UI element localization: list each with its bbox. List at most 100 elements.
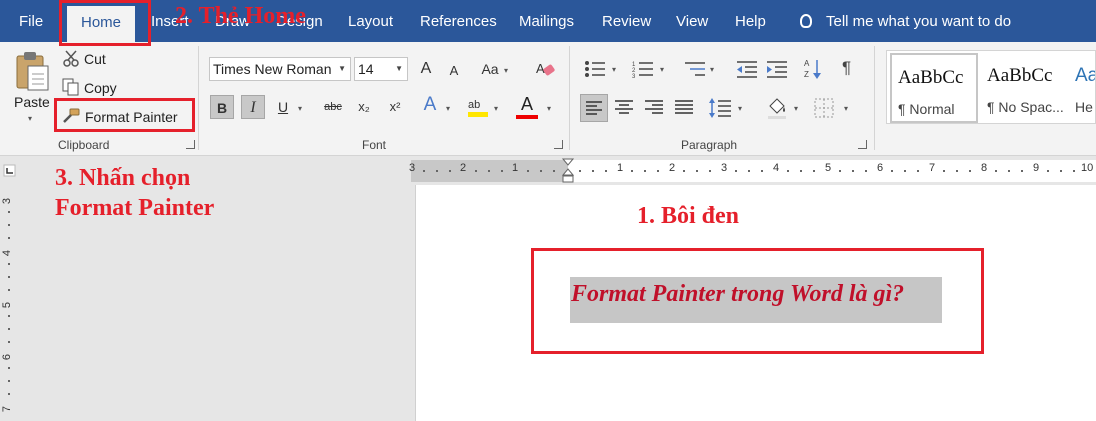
group-separator — [198, 46, 199, 150]
copy-button[interactable]: Copy — [84, 80, 117, 96]
ruler-dot — [501, 170, 503, 172]
paragraph-dialog-launcher[interactable] — [858, 140, 867, 149]
change-case-dropdown-icon[interactable]: ▾ — [504, 66, 508, 75]
ruler-dot — [852, 170, 854, 172]
sort-icon[interactable]: A Z — [804, 58, 822, 80]
underline-dropdown-icon[interactable]: ▾ — [298, 104, 302, 113]
style-name: ¶ No Spac... — [987, 99, 1064, 115]
ruler-dot — [917, 170, 919, 172]
change-case-button[interactable]: Aa — [478, 57, 502, 81]
tab-view[interactable]: View — [676, 0, 708, 42]
increase-indent-icon[interactable] — [766, 60, 788, 78]
ruler-dot — [969, 170, 971, 172]
ruler-dot — [423, 170, 425, 172]
paste-label[interactable]: Paste — [14, 94, 50, 110]
line-spacing-icon[interactable] — [708, 98, 732, 118]
bold-button[interactable]: B — [210, 95, 234, 119]
align-center-icon[interactable] — [614, 100, 634, 116]
ruler-dot — [8, 263, 10, 265]
tab-references[interactable]: References — [420, 0, 497, 42]
horizontal-ruler[interactable]: 3 2 1 1 2 3 4 5 6 7 8 9 10 — [409, 158, 1096, 184]
justify-icon[interactable] — [674, 100, 694, 116]
style-no-spacing[interactable]: AaBbCc ¶ No Spac... — [981, 53, 1069, 123]
style-heading[interactable]: Aa He — [1071, 53, 1095, 123]
text-effects-dropdown-icon[interactable]: ▾ — [446, 104, 450, 113]
show-formatting-marks-icon[interactable]: ¶ — [842, 58, 851, 78]
paragraph-group-label: Paragraph — [681, 138, 738, 152]
ruler-tick: 3 — [409, 162, 416, 174]
italic-button[interactable]: I — [241, 95, 265, 119]
lightbulb-icon — [800, 14, 812, 28]
style-sample: AaBbCc — [898, 67, 964, 88]
grow-font-button[interactable]: A — [414, 57, 438, 81]
subscript-button[interactable]: x₂ — [352, 95, 376, 119]
numbering-dropdown-icon[interactable]: ▾ — [660, 65, 664, 74]
text-effects-button[interactable]: A — [418, 93, 442, 117]
ruler-dot — [943, 170, 945, 172]
style-normal[interactable]: AaBbCc ¶ Normal — [890, 53, 978, 123]
font-dialog-launcher[interactable] — [554, 140, 563, 149]
tab-mailings[interactable]: Mailings — [519, 0, 574, 42]
highlight-box-format-painter — [54, 98, 195, 132]
clipboard-dialog-launcher[interactable] — [186, 140, 195, 149]
line-spacing-dropdown-icon[interactable]: ▾ — [738, 104, 742, 113]
ruler-tick: 4 — [773, 162, 780, 174]
ruler-dot — [748, 170, 750, 172]
ruler-dot — [1060, 170, 1062, 172]
multilevel-list-icon[interactable] — [684, 60, 706, 78]
strikethrough-button[interactable]: abc — [318, 95, 348, 119]
ruler-dot — [475, 170, 477, 172]
underline-button[interactable]: U — [271, 95, 295, 119]
paste-dropdown-icon[interactable]: ▾ — [28, 114, 32, 123]
style-sample: AaBbCc — [987, 65, 1053, 86]
font-size-select[interactable]: 14 ▼ — [354, 57, 408, 81]
ruler-dot — [735, 170, 737, 172]
ruler-dot — [8, 289, 10, 291]
borders-dropdown-icon[interactable]: ▾ — [844, 104, 848, 113]
font-color-swatch — [516, 115, 538, 119]
decrease-indent-icon[interactable] — [736, 60, 758, 78]
style-name: He — [1075, 99, 1093, 115]
shading-dropdown-icon[interactable]: ▾ — [794, 104, 798, 113]
ruler-dot — [1021, 170, 1023, 172]
tab-layout[interactable]: Layout — [348, 0, 393, 42]
ribbon-tab-bar: File Home Insert Draw Design Layout Refe… — [0, 0, 1096, 42]
tab-review[interactable]: Review — [602, 0, 651, 42]
indent-marker-icon[interactable] — [562, 158, 574, 184]
ruler-dot — [8, 393, 10, 395]
bullets-dropdown-icon[interactable]: ▾ — [612, 65, 616, 74]
align-right-icon[interactable] — [644, 100, 664, 116]
shrink-font-button[interactable]: A — [442, 59, 466, 83]
ruler-tick: 2 — [669, 162, 676, 174]
numbering-icon[interactable]: 1 2 3 — [632, 60, 654, 78]
annotation-step-3-line-2: Format Painter — [55, 195, 215, 221]
ruler-dot — [904, 170, 906, 172]
borders-icon[interactable] — [814, 98, 834, 118]
highlight-dropdown-icon[interactable]: ▾ — [494, 104, 498, 113]
multilevel-dropdown-icon[interactable]: ▾ — [710, 65, 714, 74]
ruler-tick: 5 — [1, 301, 14, 309]
tell-me-box[interactable]: Tell me what you want to do — [800, 0, 1011, 42]
font-color-dropdown-icon[interactable]: ▾ — [547, 104, 551, 113]
paste-icon[interactable] — [14, 50, 50, 94]
bullets-icon[interactable] — [584, 60, 606, 78]
align-left-button[interactable] — [580, 94, 608, 122]
tab-help[interactable]: Help — [735, 0, 766, 42]
vertical-ruler[interactable]: 3 4 5 6 7 — [0, 185, 18, 421]
shading-icon[interactable] — [766, 96, 788, 120]
ruler-tick: 5 — [825, 162, 832, 174]
cut-button[interactable]: Cut — [84, 51, 106, 67]
font-family-select[interactable]: Times New Roman ▼ — [209, 57, 351, 81]
svg-text:A: A — [804, 59, 810, 68]
superscript-button[interactable]: x² — [383, 95, 407, 119]
eraser-icon[interactable]: A — [536, 60, 556, 78]
tab-selector-icon[interactable] — [0, 157, 20, 185]
svg-text:Z: Z — [804, 70, 809, 79]
highlighter-icon[interactable]: ab — [466, 96, 490, 118]
ruler-dot — [1073, 170, 1075, 172]
font-color-button[interactable]: A — [515, 92, 539, 116]
ruler-dot — [540, 170, 542, 172]
font-group-label: Font — [362, 138, 387, 152]
ruler-tick: 10 — [1081, 162, 1094, 174]
tab-file[interactable]: File — [19, 0, 43, 42]
